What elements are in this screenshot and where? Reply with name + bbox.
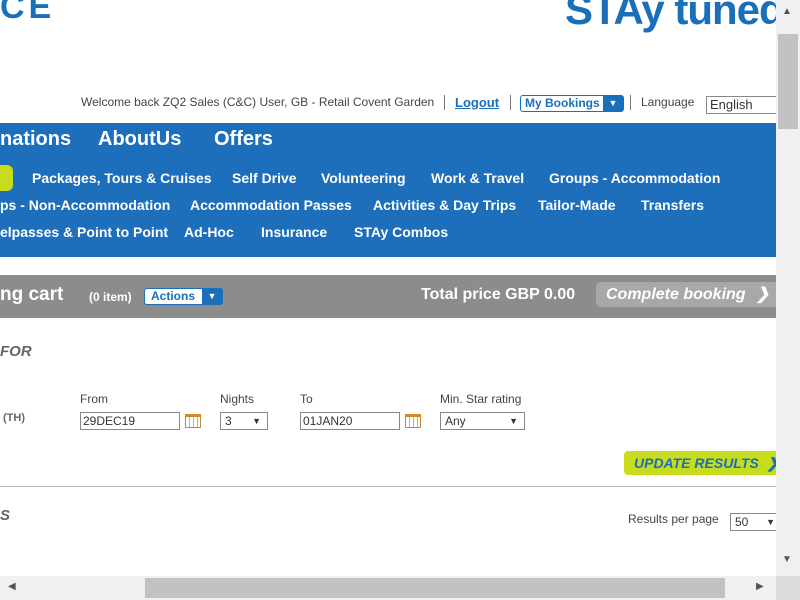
nights-value: 3 <box>225 414 232 428</box>
subnav-activities-day-trips[interactable]: Activities & Day Trips <box>373 197 516 213</box>
nav-destinations[interactable]: nations <box>0 128 71 151</box>
subnav-insurance[interactable]: Insurance <box>261 224 327 240</box>
subnav-stay-combos[interactable]: STAy Combos <box>354 224 448 240</box>
subnav-volunteering[interactable]: Volunteering <box>321 170 406 186</box>
divider <box>444 95 445 110</box>
subnav-active-item[interactable] <box>0 165 13 191</box>
chevron-right-icon: ❯ <box>756 286 770 303</box>
nav-offers[interactable]: Offers <box>214 128 273 151</box>
subnav-groups-accommodation[interactable]: Groups - Accommodation <box>549 170 720 186</box>
actions-label: Actions <box>151 289 196 303</box>
horizontal-scrollbar-thumb[interactable] <box>145 578 725 598</box>
subnav-self-drive[interactable]: Self Drive <box>232 170 297 186</box>
to-label: To <box>300 392 313 406</box>
total-price: Total price GBP 0.00 <box>421 286 576 303</box>
subnav-tailor-made[interactable]: Tailor-Made <box>538 197 616 213</box>
stay-tuned-logo: STAy tuned <box>565 0 785 33</box>
subnav-transfers[interactable]: Transfers <box>641 197 704 213</box>
star-rating-label: Min. Star rating <box>440 392 522 406</box>
update-results-button[interactable]: UPDATE RESULTS ❯ <box>624 451 784 475</box>
divider <box>630 95 631 110</box>
my-bookings-dropdown[interactable]: My Bookings ▼ <box>520 95 624 112</box>
subnav-packages-tours-cruises[interactable]: Packages, Tours & Cruises <box>32 170 211 186</box>
vertical-scrollbar-thumb[interactable] <box>778 34 798 129</box>
logout-link[interactable]: Logout <box>455 95 499 110</box>
subnav-travelpasses[interactable]: elpasses & Point to Point <box>0 224 168 240</box>
star-rating-value: Any <box>445 414 466 428</box>
section-divider <box>0 486 776 487</box>
star-rating-select[interactable]: Any ▼ <box>440 412 525 430</box>
cart-title: ng cart <box>0 284 64 305</box>
subnav-work-travel[interactable]: Work & Travel <box>431 170 524 186</box>
chevron-down-icon: ▼ <box>202 289 222 304</box>
to-date-input[interactable]: 01JAN20 <box>300 412 400 430</box>
language-label: Language <box>641 95 695 109</box>
from-date-input[interactable]: 29DEC19 <box>80 412 180 430</box>
my-bookings-label: My Bookings <box>525 96 600 110</box>
results-per-page-label: Results per page <box>628 512 719 526</box>
chevron-down-icon: ▼ <box>603 96 623 111</box>
cart-actions-dropdown[interactable]: Actions ▼ <box>144 288 223 305</box>
cart-item-count: (0 item) <box>89 290 132 304</box>
caret-down-icon: ▼ <box>766 517 775 527</box>
divider <box>510 95 511 110</box>
brand-logo-left[interactable]: CE <box>0 0 55 27</box>
welcome-message: Welcome back ZQ2 Sales (C&C) User, GB - … <box>81 95 435 109</box>
caret-down-icon: ▼ <box>252 416 261 426</box>
subnav-ad-hoc[interactable]: Ad-Hoc <box>184 224 234 240</box>
calendar-icon[interactable] <box>405 414 421 428</box>
scroll-left-arrow-icon[interactable]: ◀ <box>8 581 16 592</box>
search-section-title: FOR <box>0 343 32 360</box>
update-results-label: UPDATE RESULTS <box>634 455 759 471</box>
results-per-page-value: 50 <box>735 515 749 529</box>
complete-booking-label: Complete booking <box>606 286 746 303</box>
nav-about-us[interactable]: AboutUs <box>98 128 181 151</box>
subnav-accommodation-passes[interactable]: Accommodation Passes <box>190 197 352 213</box>
nights-select[interactable]: 3 ▼ <box>220 412 268 430</box>
scroll-up-arrow-icon[interactable]: ▲ <box>782 6 792 17</box>
caret-down-icon: ▼ <box>509 416 518 426</box>
results-section-title: S <box>0 507 11 524</box>
nights-label: Nights <box>220 392 255 406</box>
complete-booking-button[interactable]: Complete booking ❯ <box>596 282 796 307</box>
language-select[interactable]: English <box>706 96 786 114</box>
from-label: From <box>80 392 108 406</box>
scroll-down-arrow-icon[interactable]: ▼ <box>782 554 792 565</box>
scrollbar-corner <box>776 576 800 600</box>
subnav-groups-non-accommodation[interactable]: ps - Non-Accommodation <box>0 197 170 213</box>
scroll-right-arrow-icon[interactable]: ▶ <box>756 581 764 592</box>
location-code: (TH) <box>3 412 25 424</box>
calendar-icon[interactable] <box>185 414 201 428</box>
results-per-page-select[interactable]: 50 ▼ <box>730 513 778 531</box>
